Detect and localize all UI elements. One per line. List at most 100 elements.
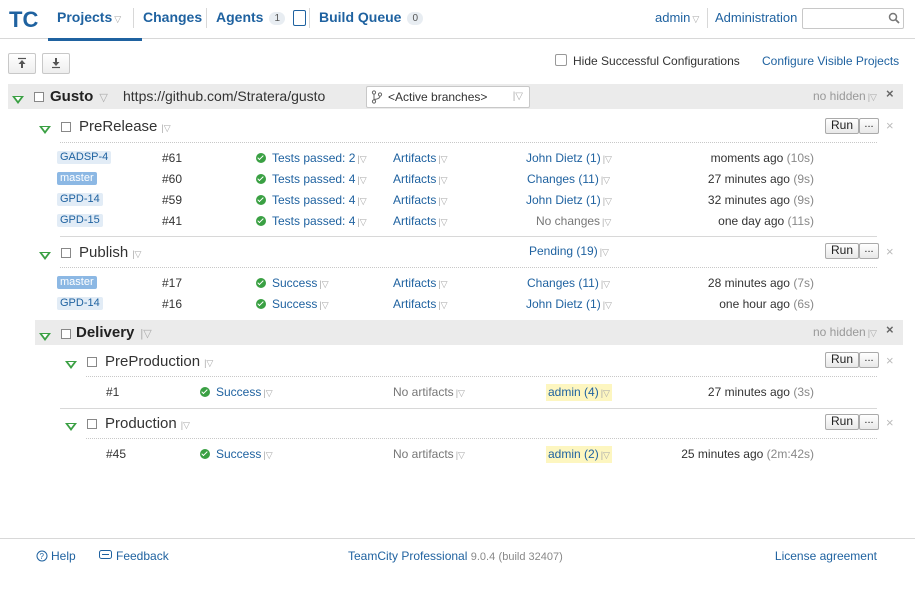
- chevron-down-icon[interactable]: |▽: [319, 300, 328, 311]
- build-status[interactable]: Success |▽: [200, 447, 273, 461]
- artifacts-link[interactable]: No artifacts |▽: [393, 385, 465, 399]
- changes-link[interactable]: admin (4) |▽: [546, 384, 612, 401]
- changes-link[interactable]: No changes |▽: [536, 214, 611, 228]
- build-status[interactable]: Tests passed: 4 |▽: [256, 214, 367, 228]
- chevron-down-icon[interactable]: |▽: [438, 175, 447, 186]
- build-status[interactable]: Tests passed: 2 |▽: [256, 151, 367, 165]
- run-options-button[interactable]: ...: [859, 414, 879, 430]
- close-icon[interactable]: ×: [886, 86, 894, 101]
- collapse-toggle-icon[interactable]: [12, 93, 24, 107]
- collapse-all-button[interactable]: [8, 53, 36, 74]
- chevron-down-icon[interactable]: |▽: [438, 217, 447, 228]
- branch-selector[interactable]: <Active branches> |▽: [366, 86, 530, 108]
- run-options-button[interactable]: ...: [859, 352, 879, 368]
- branch-badge[interactable]: master: [57, 172, 97, 185]
- chevron-down-icon[interactable]: |▽: [181, 420, 190, 431]
- chevron-down-icon[interactable]: |▽: [601, 175, 610, 186]
- branch-badge[interactable]: master: [57, 276, 97, 289]
- build-number[interactable]: #61: [162, 151, 182, 165]
- chevron-down-icon[interactable]: |▽: [140, 327, 151, 340]
- close-icon[interactable]: ×: [886, 322, 894, 337]
- configure-visible-projects-link[interactable]: Configure Visible Projects: [762, 54, 899, 68]
- chevron-down-icon[interactable]: |▽: [161, 123, 170, 134]
- chevron-down-icon[interactable]: |▽: [438, 300, 447, 311]
- chevron-down-icon[interactable]: |▽: [357, 196, 366, 207]
- chevron-down-icon[interactable]: |▽: [600, 247, 609, 258]
- tab-agents[interactable]: Agents 1: [216, 0, 307, 38]
- artifacts-link[interactable]: Artifacts |▽: [393, 172, 448, 186]
- search-icon[interactable]: [888, 12, 900, 24]
- license-agreement-link[interactable]: License agreement: [775, 549, 877, 563]
- pending-changes-link[interactable]: Pending (19) |▽: [529, 244, 609, 258]
- help-link[interactable]: ? Help: [36, 549, 76, 563]
- search-input[interactable]: [802, 8, 904, 29]
- chevron-down-icon[interactable]: |▽: [601, 279, 610, 290]
- chevron-down-icon[interactable]: |▽: [438, 196, 447, 207]
- chevron-down-icon[interactable]: |▽: [602, 217, 611, 228]
- run-button[interactable]: Run: [825, 243, 859, 259]
- chevron-down-icon[interactable]: ▽: [692, 14, 699, 25]
- chevron-down-icon[interactable]: |▽: [603, 154, 612, 165]
- build-number[interactable]: #16: [162, 297, 182, 311]
- build-config-publish[interactable]: Publish |▽: [79, 244, 141, 261]
- chevron-down-icon[interactable]: |▽: [601, 447, 610, 463]
- changes-link[interactable]: admin (2) |▽: [546, 446, 612, 463]
- collapse-toggle-icon[interactable]: [39, 249, 51, 263]
- changes-link[interactable]: John Dietz (1) |▽: [526, 151, 612, 165]
- chevron-down-icon[interactable]: ▽: [99, 91, 107, 104]
- collapse-toggle-icon[interactable]: [39, 330, 51, 344]
- build-config-prerelease[interactable]: PreRelease |▽: [79, 118, 171, 135]
- changes-link[interactable]: Changes (11) |▽: [527, 172, 610, 186]
- build-status[interactable]: Success |▽: [256, 297, 329, 311]
- artifacts-link[interactable]: Artifacts |▽: [393, 276, 448, 290]
- user-menu[interactable]: admin ▽: [655, 10, 699, 25]
- chevron-down-icon[interactable]: |▽: [204, 358, 213, 369]
- chevron-down-icon[interactable]: |▽: [513, 87, 523, 107]
- chevron-down-icon[interactable]: |▽: [438, 154, 447, 165]
- collapse-toggle-icon[interactable]: [65, 420, 77, 434]
- chevron-down-icon[interactable]: |▽: [603, 300, 612, 311]
- chevron-down-icon[interactable]: ▽: [114, 2, 121, 36]
- branch-badge[interactable]: GPD-15: [57, 214, 103, 227]
- artifacts-link[interactable]: Artifacts |▽: [393, 214, 448, 228]
- run-options-button[interactable]: ...: [859, 243, 879, 259]
- build-number[interactable]: #45: [106, 447, 126, 461]
- build-number[interactable]: #60: [162, 172, 182, 186]
- build-status[interactable]: Success |▽: [200, 385, 273, 399]
- build-config-production[interactable]: Production |▽: [105, 415, 190, 432]
- project-name-gusto[interactable]: Gusto ▽: [50, 88, 108, 105]
- teamcity-logo[interactable]: TC: [8, 4, 40, 32]
- artifacts-link[interactable]: No artifacts |▽: [393, 447, 465, 461]
- build-status[interactable]: Tests passed: 4 |▽: [256, 172, 367, 186]
- build-status[interactable]: Tests passed: 4 |▽: [256, 193, 367, 207]
- chevron-down-icon[interactable]: |▽: [357, 175, 366, 186]
- close-icon[interactable]: ×: [886, 244, 894, 259]
- product-link[interactable]: TeamCity Professional: [348, 549, 467, 563]
- run-button[interactable]: Run: [825, 414, 859, 430]
- chevron-down-icon[interactable]: |▽: [357, 217, 366, 228]
- run-options-button[interactable]: ...: [859, 118, 879, 134]
- build-status[interactable]: Success |▽: [256, 276, 329, 290]
- artifacts-link[interactable]: Artifacts |▽: [393, 297, 448, 311]
- chevron-down-icon[interactable]: |▽: [456, 450, 465, 461]
- artifacts-link[interactable]: Artifacts |▽: [393, 151, 448, 165]
- collapse-toggle-icon[interactable]: [65, 358, 77, 372]
- branch-badge[interactable]: GADSP-4: [57, 151, 112, 164]
- chevron-down-icon[interactable]: |▽: [263, 388, 272, 399]
- build-number[interactable]: #59: [162, 193, 182, 207]
- branch-badge[interactable]: GPD-14: [57, 193, 103, 206]
- branch-badge[interactable]: GPD-14: [57, 297, 103, 310]
- build-number[interactable]: #1: [106, 385, 119, 399]
- close-icon[interactable]: ×: [886, 353, 894, 368]
- chevron-down-icon[interactable]: |▽: [603, 196, 612, 207]
- artifacts-link[interactable]: Artifacts |▽: [393, 193, 448, 207]
- administration-link[interactable]: Administration: [715, 10, 797, 25]
- hide-successful-toggle[interactable]: Hide Successful Configurations: [555, 54, 740, 68]
- no-hidden-menu[interactable]: no hidden |▽: [813, 89, 877, 103]
- chevron-down-icon[interactable]: |▽: [132, 249, 141, 260]
- build-config-preproduction[interactable]: PreProduction |▽: [105, 353, 213, 370]
- run-button[interactable]: Run: [825, 118, 859, 134]
- tab-build-queue[interactable]: Build Queue 0: [319, 0, 424, 38]
- build-number[interactable]: #17: [162, 276, 182, 290]
- close-icon[interactable]: ×: [886, 118, 894, 133]
